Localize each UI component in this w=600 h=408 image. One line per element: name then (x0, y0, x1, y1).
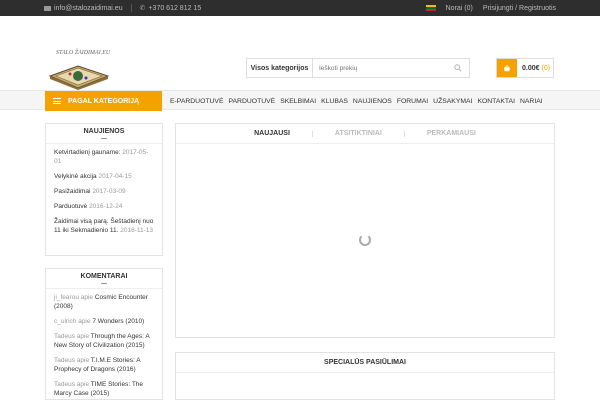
search-button[interactable] (447, 59, 469, 77)
comment-item[interactable]: c_ulrich apie 7 Wonders (2010) (54, 317, 154, 326)
nav-item-nariai[interactable]: NARIAI (520, 98, 543, 105)
phone-text: +370 612 812 15 (148, 4, 202, 12)
hamburger-icon (53, 98, 61, 104)
comment-item[interactable]: ji_fearou apie Cosmic Encounter (2008) (54, 293, 154, 311)
nav-item-klubas[interactable]: KLUBAS (321, 98, 348, 105)
news-panel: NAUJIENOS Ketvirtadienį gauname: 2017-05… (45, 123, 163, 256)
envelope-icon (44, 5, 51, 11)
news-item[interactable]: Pasižaidimai 2017-03-09 (54, 187, 154, 196)
news-item[interactable]: Ketvirtadienį gauname: 2017-05-01 (54, 148, 154, 166)
comment-item[interactable]: Tadeus apie Through the Ages: A New Stor… (54, 332, 154, 350)
products-panel: NAUJAUSI ATSITIKTINIAI PERKAMIAUSI (175, 123, 555, 338)
product-tabs: NAUJAUSI ATSITIKTINIAI PERKAMIAUSI (176, 124, 554, 144)
news-item[interactable]: Parduotuvė 2016-12-24 (54, 202, 154, 211)
tab-divider (403, 130, 405, 137)
phone-icon: ✆ (139, 5, 146, 12)
nav-item-skelbimai[interactable]: SKELBIMAI (280, 98, 316, 105)
main-navigation: PAGAL KATEGORIJĄ E-PARDUOTUVĖ PARDUOTUVĖ… (0, 90, 600, 111)
nav-item-uzsakymai[interactable]: UŽSAKYMAI (433, 98, 472, 105)
loading-spinner-icon (359, 234, 371, 246)
categories-menu-button[interactable]: PAGAL KATEGORIJĄ (45, 91, 162, 111)
news-title: NAUJIENOS (46, 124, 162, 144)
special-offers-title: SPECIALŪS PASIŪLIMAI (176, 353, 554, 373)
news-item[interactable]: Žaidimai visą parą. Šeštadienį nuo 11 ik… (54, 217, 154, 235)
logo-text: STALO ŽAIDIMAI.EU (56, 48, 111, 56)
top-bar: info@stalozaidimai.eu ✆ +370 612 812 15 … (0, 0, 600, 16)
cart-button[interactable]: 0.00€ (0) (496, 58, 554, 78)
nav-item-naujienos[interactable]: NAUJIENOS (353, 98, 392, 105)
nav-item-forumai[interactable]: FORUMAI (397, 98, 428, 105)
email-contact[interactable]: info@stalozaidimai.eu (44, 5, 123, 12)
special-offers-panel: SPECIALŪS PASIŪLIMAI (175, 352, 555, 400)
cart-total: 0.00€ (522, 64, 540, 72)
wishlist-link[interactable]: Norai (0) (446, 5, 473, 12)
search-icon (454, 64, 462, 72)
lithuania-flag-icon[interactable] (425, 5, 436, 11)
search-category-select[interactable]: Visos kategorijos (247, 59, 313, 77)
search-input[interactable] (313, 59, 447, 77)
tab-divider (311, 130, 313, 137)
header: STALO ŽAIDIMAI.EU Visos kategorijos 0.00… (0, 16, 600, 90)
nav-item-parduotuve[interactable]: PARDUOTUVĖ (229, 98, 276, 105)
news-item[interactable]: Velykinė akcija 2017-04-15 (54, 172, 154, 181)
site-logo[interactable]: STALO ŽAIDIMAI.EU (46, 46, 112, 90)
nav-item-e-parduotuve[interactable]: E-PARDUOTUVĖ (170, 98, 224, 105)
divider (130, 4, 132, 12)
cart-count: (0) (541, 64, 551, 72)
login-link[interactable]: Prisijungti / Registruotis (483, 5, 556, 12)
nav-menu: E-PARDUOTUVĖ PARDUOTUVĖ SKELBIMAI KLUBAS… (170, 91, 543, 111)
comment-item[interactable]: Tadeus apie TIME Stories: The Marcy Case… (54, 380, 154, 398)
search-bar: Visos kategorijos (246, 58, 470, 78)
phone-contact: ✆ +370 612 812 15 (139, 4, 202, 13)
comments-panel: KOMENTARAI ji_fearou apie Cosmic Encount… (45, 268, 163, 400)
comment-item[interactable]: Tadeus apie T.I.M.E Stories: A Prophecy … (54, 356, 154, 374)
nav-item-kontaktai[interactable]: KONTAKTAI (477, 98, 515, 105)
email-text: info@stalozaidimai.eu (54, 4, 123, 12)
categories-label: PAGAL KATEGORIJĄ (68, 97, 140, 105)
tab-atsitiktiniai[interactable]: ATSITIKTINIAI (335, 130, 382, 137)
tab-perkamiausi[interactable]: PERKAMIAUSI (427, 130, 476, 137)
basket-icon (497, 59, 517, 77)
tab-naujausi[interactable]: NAUJAUSI (254, 130, 290, 137)
comments-title: KOMENTARAI (46, 269, 162, 289)
